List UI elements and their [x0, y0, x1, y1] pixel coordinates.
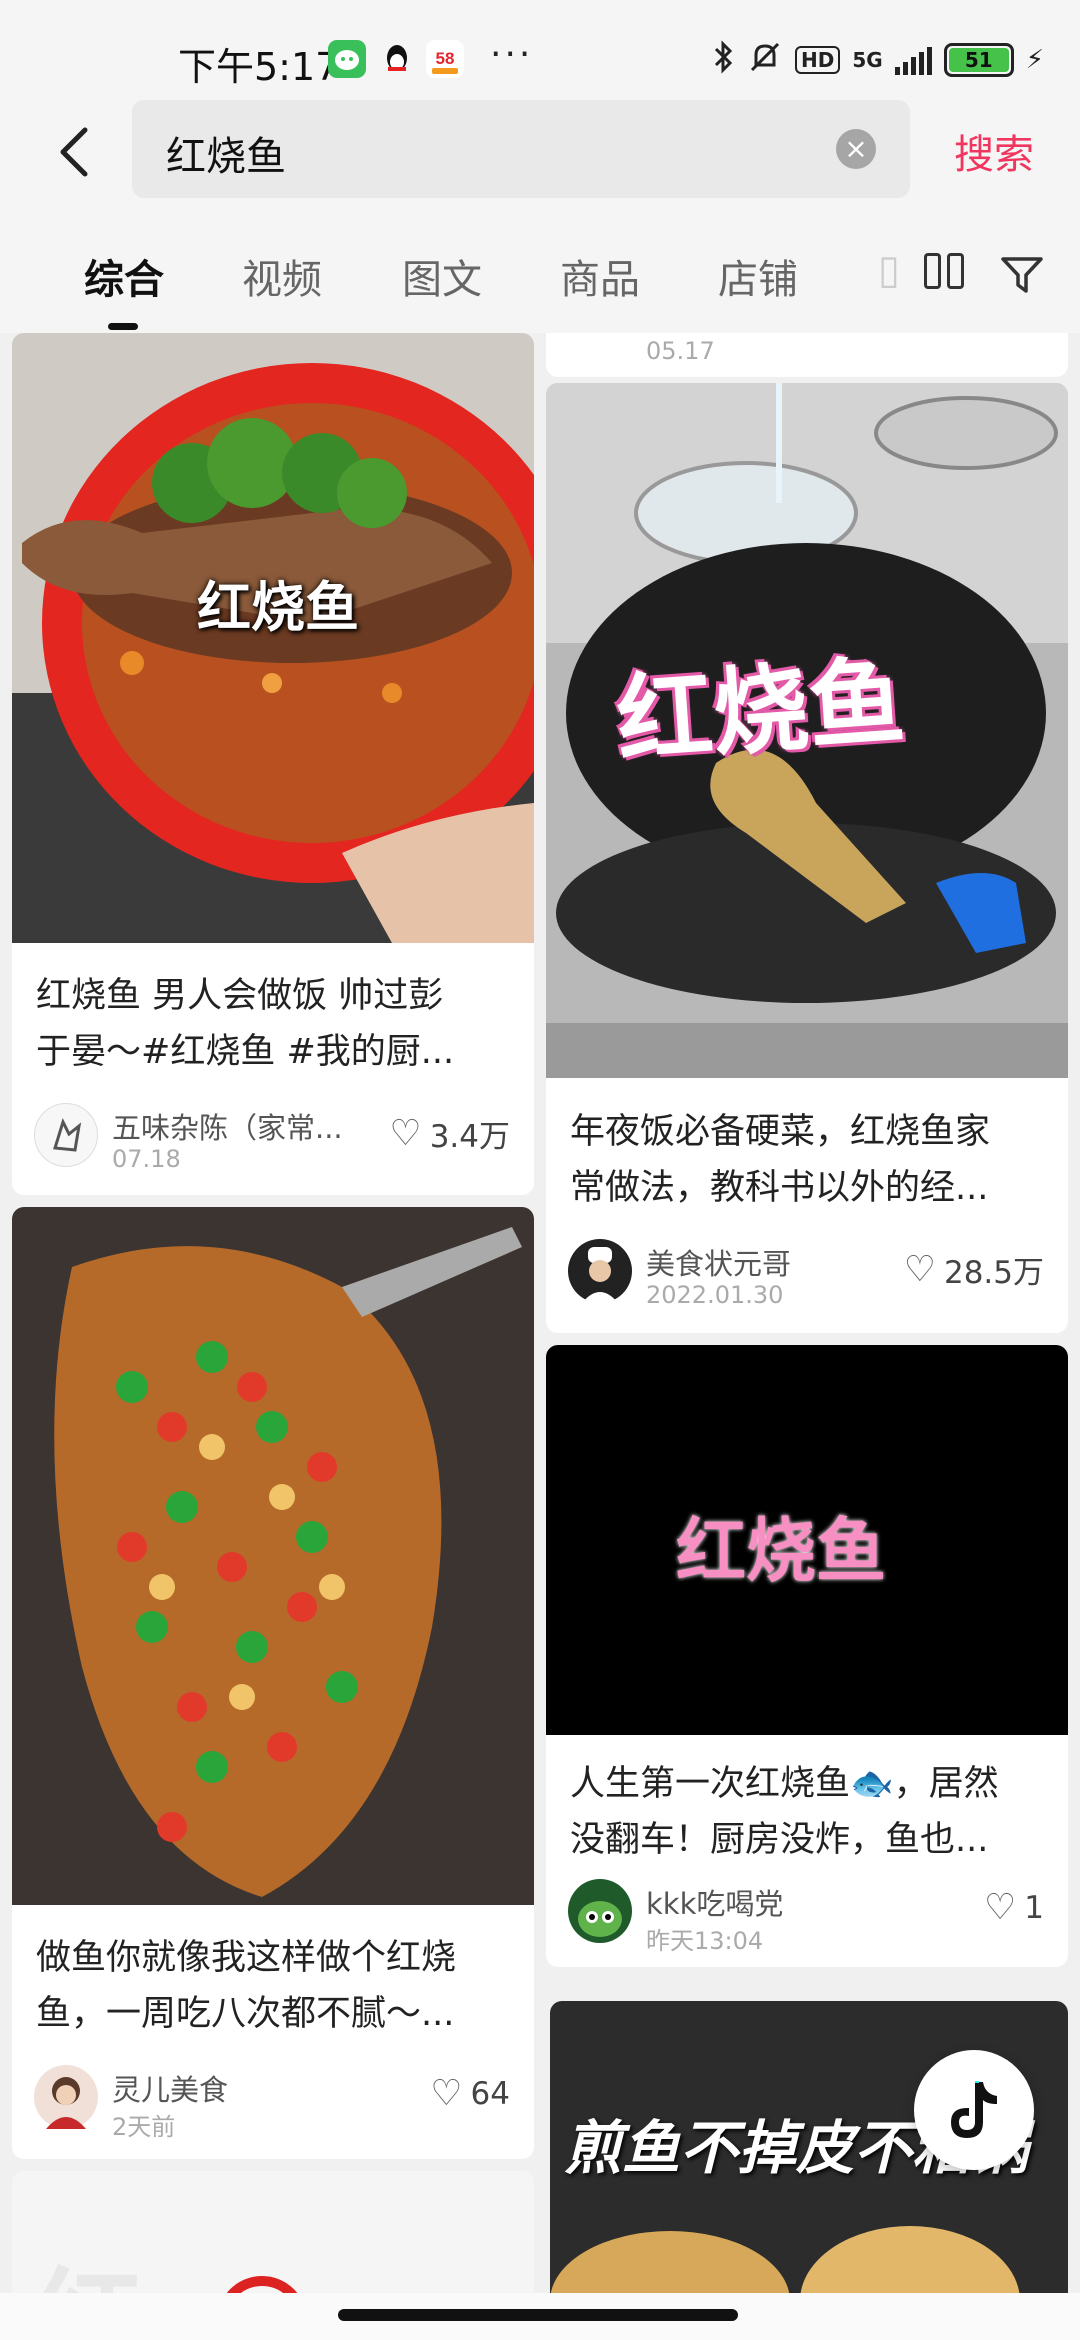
card-2-title-line1: 年夜饭必备硬菜，红烧鱼家: [570, 1112, 991, 1152]
heart-icon: ♡: [389, 1113, 422, 1154]
result-card-3[interactable]: 做鱼你就像我这样做个红烧 鱼，一周吃八次都不腻～... 灵儿美食 2天前 ♡ 6…: [12, 1207, 534, 2159]
card-3-date: 2天前: [112, 2113, 176, 2141]
filter-icon[interactable]: [1000, 255, 1044, 295]
tab-comprehensive[interactable]: 综合: [84, 247, 164, 305]
back-button[interactable]: [40, 112, 110, 192]
card-3-like-button[interactable]: ♡ 64: [430, 2073, 510, 2114]
status-bar: 下午5:17 58 ··· HD 5G 51 ⚡: [0, 0, 1080, 100]
card-3-like-count: 64: [470, 2075, 510, 2112]
partial-card-top[interactable]: 05.17: [546, 333, 1068, 377]
card-3-author-name[interactable]: 灵儿美食: [112, 2067, 228, 2109]
search-header: 红烧鱼 × 搜索: [0, 100, 1080, 205]
tab-products[interactable]: 商品: [560, 247, 640, 305]
card-1-title-line1: 红烧鱼 男人会做饭 帅过彭: [36, 976, 444, 1016]
card-1-like-button[interactable]: ♡ 3.4万: [389, 1111, 510, 1156]
tab-image-text[interactable]: 图文: [402, 247, 482, 305]
app-58-badge-text: 58: [436, 49, 455, 68]
tab-stores[interactable]: 店铺: [718, 247, 798, 305]
partial-card-date: 05.17: [646, 337, 715, 365]
card-2-overlay-text: 红烧鱼: [613, 645, 909, 777]
card-2-author-name[interactable]: 美食状元哥: [646, 1241, 791, 1283]
result-card-2[interactable]: 红烧鱼 年夜饭必备硬菜，红烧鱼家 常做法，教科书以外的经... 美食状元哥 20…: [546, 383, 1068, 1333]
card-1-thumbnail: 红烧鱼: [12, 333, 534, 943]
more-notifications-icon: ···: [490, 34, 534, 75]
card-2-date: 2022.01.30: [646, 1281, 784, 1309]
card-3-thumbnail: [12, 1207, 534, 1905]
card-4-date: 昨天13:04: [646, 1927, 764, 1955]
card-1-author-avatar[interactable]: [34, 1103, 98, 1167]
card-4-overlay-text: 红烧鱼: [676, 1510, 886, 1592]
result-card-6[interactable]: 红: [12, 2171, 534, 2293]
clear-icon[interactable]: ×: [836, 129, 876, 169]
mute-bell-icon: [747, 39, 783, 82]
app-58-notification-icon: 58: [426, 40, 464, 78]
status-right-group: HD 5G 51 ⚡: [713, 38, 1044, 82]
card-4-thumbnail: 红烧鱼: [546, 1345, 1068, 1735]
active-tab-indicator: [108, 323, 138, 330]
heart-icon: ♡: [983, 1887, 1017, 1928]
gesture-bar: [0, 2293, 1080, 2340]
card-2-thumbnail: 红烧鱼: [546, 383, 1068, 1078]
category-tabs: 综合 视频 图文 商品 店铺 ▯: [0, 205, 1080, 333]
card-3-title-line1: 做鱼你就像我这样做个红烧: [36, 1938, 457, 1978]
battery-level: 51: [948, 48, 1009, 72]
search-input[interactable]: 红烧鱼 ×: [132, 100, 910, 198]
card-6-thumbnail: 红: [12, 2171, 534, 2293]
network-type: 5G: [852, 48, 883, 72]
qq-notification-icon: [378, 40, 416, 78]
heart-icon: ♡: [903, 1249, 936, 1290]
battery-icon: 51: [943, 43, 1014, 77]
card-4-like-button[interactable]: ♡ 1: [984, 1887, 1044, 1928]
douyin-icon[interactable]: [914, 2050, 1034, 2170]
heart-icon: ♡: [430, 2073, 463, 2114]
tab-video[interactable]: 视频: [242, 247, 322, 305]
home-indicator[interactable]: [338, 2309, 738, 2321]
card-1-overlay-text: 红烧鱼: [197, 576, 359, 639]
bluetooth-icon: [713, 39, 735, 82]
double-column-layout-icon[interactable]: [924, 253, 964, 289]
hd-badge: HD: [795, 46, 841, 74]
card-1-author-name[interactable]: 五味杂陈（家常...: [112, 1105, 343, 1147]
card-1-like-count: 3.4万: [429, 1119, 510, 1155]
card-4-title-line1: 人生第一次红烧鱼🐟，居然: [570, 1764, 999, 1804]
charging-icon: ⚡: [1025, 45, 1044, 75]
card-2-title-line2: 常做法，教科书以外的经...: [570, 1168, 989, 1208]
results-feed: 05.17 红烧鱼 红烧鱼 男人会做饭 帅过彭 于晏～#红烧鱼 #我的厨... …: [0, 333, 1080, 2293]
card-3-author-avatar[interactable]: [34, 2065, 98, 2129]
card-4-author-name[interactable]: kkk吃喝党: [646, 1881, 783, 1923]
card-4-title-line2: 没翻车！厨房没炸，鱼也...: [570, 1820, 989, 1860]
card-1-title-line2: 于晏～#红烧鱼 #我的厨...: [36, 1032, 455, 1072]
result-card-1[interactable]: 红烧鱼 红烧鱼 男人会做饭 帅过彭 于晏～#红烧鱼 #我的厨... 五味杂陈（家…: [12, 333, 534, 1195]
card-2-author-avatar[interactable]: [568, 1239, 632, 1303]
tab-overflow-hint: ▯: [878, 247, 901, 293]
card-3-title-line2: 鱼，一周吃八次都不腻～...: [36, 1994, 455, 2034]
card-2-like-count: 28.5万: [943, 1255, 1044, 1291]
card-4-author-avatar[interactable]: [568, 1879, 632, 1943]
card-1-date: 07.18: [112, 1145, 181, 1173]
search-query: 红烧鱼: [166, 134, 286, 180]
back-arrow-icon: [60, 127, 88, 177]
search-button[interactable]: 搜索: [954, 122, 1034, 180]
result-card-4[interactable]: 红烧鱼 人生第一次红烧鱼🐟，居然 没翻车！厨房没炸，鱼也... kkk吃喝党 昨…: [546, 1345, 1068, 1967]
card-2-like-button[interactable]: ♡ 28.5万: [904, 1247, 1044, 1292]
signal-icon: [894, 45, 932, 75]
wechat-notification-icon: [328, 40, 366, 78]
status-time: 下午5:17: [178, 45, 340, 89]
card-4-like-count: 1: [1024, 1889, 1044, 1926]
